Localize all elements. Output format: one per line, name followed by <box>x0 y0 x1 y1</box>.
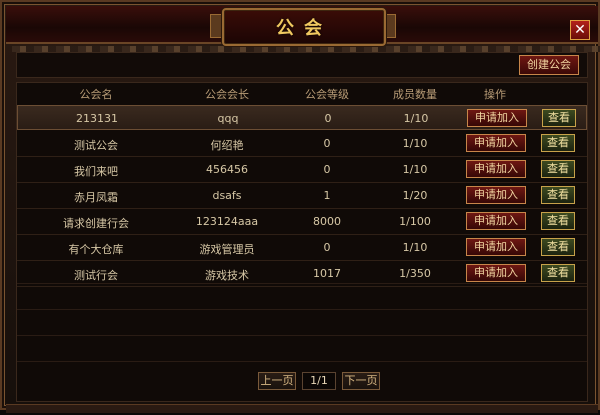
guild-level-cell: 0 <box>323 241 331 254</box>
guild-leader-cell: 何绍艳 <box>210 139 244 152</box>
view-guild-button[interactable]: 查看 <box>541 238 575 256</box>
bottom-border <box>6 404 598 413</box>
view-guild-button[interactable]: 查看 <box>542 109 576 127</box>
apply-join-button[interactable]: 申请加入 <box>466 160 526 178</box>
table-row[interactable]: 有个大仓库 游戏管理员 0 1/10 申请加入 查看 <box>17 235 587 261</box>
toolbar: 创建公会 <box>16 52 588 78</box>
guild-leader-cell: 游戏技术 <box>205 269 249 282</box>
apply-join-button[interactable]: 申请加入 <box>466 238 526 256</box>
guild-name-cell: 测试公会 <box>74 139 118 152</box>
guild-window: 公会 ✕ 创建公会 公会名 公会会长 公会等级 成员数量 操作 213131 qq… <box>0 0 600 413</box>
guild-name-cell: 赤月凤霜 <box>74 191 118 204</box>
apply-join-button[interactable]: 申请加入 <box>466 264 526 282</box>
member-count-cell: 1/350 <box>399 267 431 280</box>
guild-name-cell: 测试行会 <box>74 269 118 282</box>
guild-level-cell: 0 <box>324 112 332 125</box>
table-row[interactable]: 213131 qqq 0 1/10 申请加入 查看 <box>17 105 587 130</box>
guild-level-cell: 0 <box>323 163 331 176</box>
apply-join-button[interactable]: 申请加入 <box>466 186 526 204</box>
apply-join-button[interactable]: 申请加入 <box>466 212 526 230</box>
member-count-cell: 1/20 <box>402 189 428 202</box>
table-row[interactable]: 我们来吧 456456 0 1/10 申请加入 查看 <box>17 157 587 183</box>
guild-leader-cell: dsafs <box>212 189 242 202</box>
guild-level-cell: 1017 <box>313 267 341 280</box>
guild-name-cell: 213131 <box>76 112 118 125</box>
page-indicator: 1/1 <box>302 372 336 390</box>
guild-name-cell: 请求创建行会 <box>63 217 129 230</box>
title-plate: 公会 <box>222 8 386 46</box>
pagination: 上一页 1/1 下一页 <box>258 372 380 390</box>
member-count-cell: 1/10 <box>402 163 428 176</box>
apply-join-button[interactable]: 申请加入 <box>466 134 526 152</box>
create-guild-button[interactable]: 创建公会 <box>519 55 579 75</box>
view-guild-button[interactable]: 查看 <box>541 264 575 282</box>
close-icon[interactable]: ✕ <box>570 20 590 40</box>
column-actions: 操作 <box>484 88 506 101</box>
view-guild-button[interactable]: 查看 <box>541 212 575 230</box>
column-guild-name: 公会名 <box>79 88 113 101</box>
view-guild-button[interactable]: 查看 <box>541 134 575 152</box>
table-row[interactable]: 测试公会 何绍艳 0 1/10 申请加入 查看 <box>17 131 587 157</box>
empty-row-divider <box>17 335 587 336</box>
guild-leader-cell: qqq <box>217 112 239 125</box>
guild-leader-cell: 456456 <box>206 163 248 176</box>
guild-leader-cell: 123124aaa <box>195 215 259 228</box>
prev-page-button[interactable]: 上一页 <box>258 372 296 390</box>
table-row[interactable]: 赤月凤霜 dsafs 1 1/20 申请加入 查看 <box>17 183 587 209</box>
member-count-cell: 1/10 <box>402 137 428 150</box>
member-count-cell: 1/10 <box>402 241 428 254</box>
apply-join-button[interactable]: 申请加入 <box>467 109 527 127</box>
empty-row-divider <box>17 361 587 362</box>
view-guild-button[interactable]: 查看 <box>541 186 575 204</box>
view-guild-button[interactable]: 查看 <box>541 160 575 178</box>
guild-level-cell: 1 <box>323 189 331 202</box>
member-count-cell: 1/10 <box>403 112 429 125</box>
guild-level-cell: 0 <box>323 137 331 150</box>
window-title: 公会 <box>276 18 332 39</box>
member-count-cell: 1/100 <box>399 215 431 228</box>
next-page-button[interactable]: 下一页 <box>342 372 380 390</box>
guild-list-panel: 公会名 公会会长 公会等级 成员数量 操作 213131 qqq 0 1/10 申请加入… <box>16 82 588 402</box>
guild-level-cell: 8000 <box>313 215 341 228</box>
table-header: 公会名 公会会长 公会等级 成员数量 操作 <box>17 83 587 103</box>
empty-row-divider <box>17 309 587 310</box>
guild-name-cell: 有个大仓库 <box>68 243 124 256</box>
column-member-count: 成员数量 <box>393 88 437 101</box>
column-guild-level: 公会等级 <box>305 88 349 101</box>
table-row[interactable]: 请求创建行会 123124aaa 8000 1/100 申请加入 查看 <box>17 209 587 235</box>
guild-name-cell: 我们来吧 <box>74 165 118 178</box>
guild-leader-cell: 游戏管理员 <box>199 243 255 256</box>
column-guild-leader: 公会会长 <box>205 88 249 101</box>
empty-row-divider <box>17 283 587 284</box>
